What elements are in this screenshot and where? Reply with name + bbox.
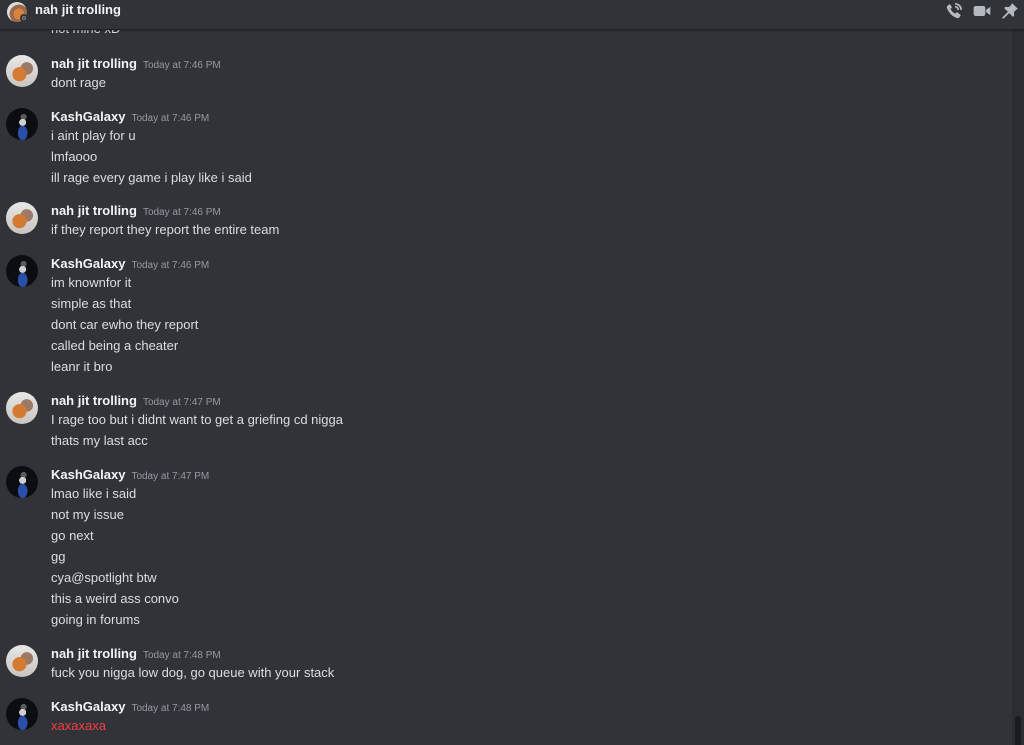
scrollbar-track[interactable] [1012, 30, 1024, 745]
message-text: not my issue [51, 507, 124, 522]
message-text: leanr it bro [51, 359, 113, 374]
timestamp: Today at 7:46 PM [131, 260, 210, 271]
timestamp: Today at 7:47 PM [131, 471, 210, 482]
user-avatar[interactable] [6, 698, 38, 730]
user-avatar[interactable] [6, 108, 38, 140]
timestamp: Today at 7:47 PM [142, 397, 221, 408]
status-icon [20, 14, 28, 22]
message-header: nah jit trolling Today at 7:46 PM [51, 202, 221, 222]
username[interactable]: nah jit trolling [51, 646, 137, 661]
timestamp: Today at 7:48 PM [131, 703, 210, 714]
message-text: fuck you nigga low dog, go queue with yo… [51, 665, 335, 680]
message-text: xaxaxaxa [51, 718, 106, 733]
user-avatar[interactable] [6, 202, 38, 234]
message-text: dont car ewho they report [51, 317, 199, 332]
message-text: going in forums [51, 612, 140, 627]
phone-call-icon[interactable] [944, 1, 964, 21]
message-header: nah jit trolling Today at 7:47 PM [51, 392, 221, 412]
user-avatar[interactable] [6, 255, 38, 287]
message-text: dont rage [51, 75, 106, 90]
message-text: if they report they report the entire te… [51, 222, 280, 237]
header-toolbar [944, 1, 1020, 21]
message-header: nah jit trolling Today at 7:46 PM [51, 55, 221, 75]
username[interactable]: nah jit trolling [51, 203, 137, 218]
message-list[interactable]: not mine xD nah jit trolling Today at 7:4… [0, 29, 1012, 745]
message-text: lmfaooo [51, 149, 98, 164]
message-text: lmao like i said [51, 486, 137, 501]
message-text: not mine xD [51, 29, 120, 39]
message-text: i aint play for u [51, 128, 136, 143]
username[interactable]: nah jit trolling [51, 393, 137, 408]
channel-header: nah jit trolling [0, 0, 1024, 30]
message-text: ill rage every game i play like i said [51, 170, 252, 185]
message-text: go next [51, 528, 94, 543]
username[interactable]: KashGalaxy [51, 467, 125, 482]
message-text: this a weird ass convo [51, 591, 179, 606]
message-text: gg [51, 549, 66, 564]
message-text: I rage too but i didnt want to get a gri… [51, 412, 343, 427]
message-header: nah jit trolling Today at 7:48 PM [51, 645, 221, 665]
message-header: KashGalaxy Today at 7:46 PM [51, 108, 209, 128]
username[interactable]: KashGalaxy [51, 109, 125, 124]
username[interactable]: KashGalaxy [51, 699, 125, 714]
user-avatar[interactable] [6, 645, 38, 677]
user-avatar[interactable] [6, 392, 38, 424]
timestamp: Today at 7:46 PM [142, 207, 221, 218]
message-text: simple as that [51, 296, 132, 311]
timestamp: Today at 7:46 PM [131, 113, 210, 124]
dm-window: nah jit trolling not mine xD nah jit tro… [0, 0, 1024, 745]
user-avatar[interactable] [6, 466, 38, 498]
message-text: thats my last acc [51, 433, 148, 448]
pin-icon[interactable] [1000, 1, 1020, 21]
message-text: im knownfor it [51, 275, 132, 290]
message-text: cya@spotlight btw [51, 570, 157, 585]
username[interactable]: KashGalaxy [51, 256, 125, 271]
video-camera-icon[interactable] [972, 1, 992, 21]
username[interactable]: nah jit trolling [51, 56, 137, 71]
timestamp: Today at 7:46 PM [142, 60, 221, 71]
timestamp: Today at 7:48 PM [142, 650, 221, 661]
message-header: KashGalaxy Today at 7:46 PM [51, 255, 209, 275]
message-header: KashGalaxy Today at 7:47 PM [51, 466, 209, 486]
channel-title[interactable]: nah jit trolling [35, 0, 121, 22]
user-avatar[interactable] [6, 55, 38, 87]
message-text: called being a cheater [51, 338, 179, 353]
message-header: KashGalaxy Today at 7:48 PM [51, 698, 209, 718]
scrollbar-thumb[interactable] [1015, 716, 1021, 745]
